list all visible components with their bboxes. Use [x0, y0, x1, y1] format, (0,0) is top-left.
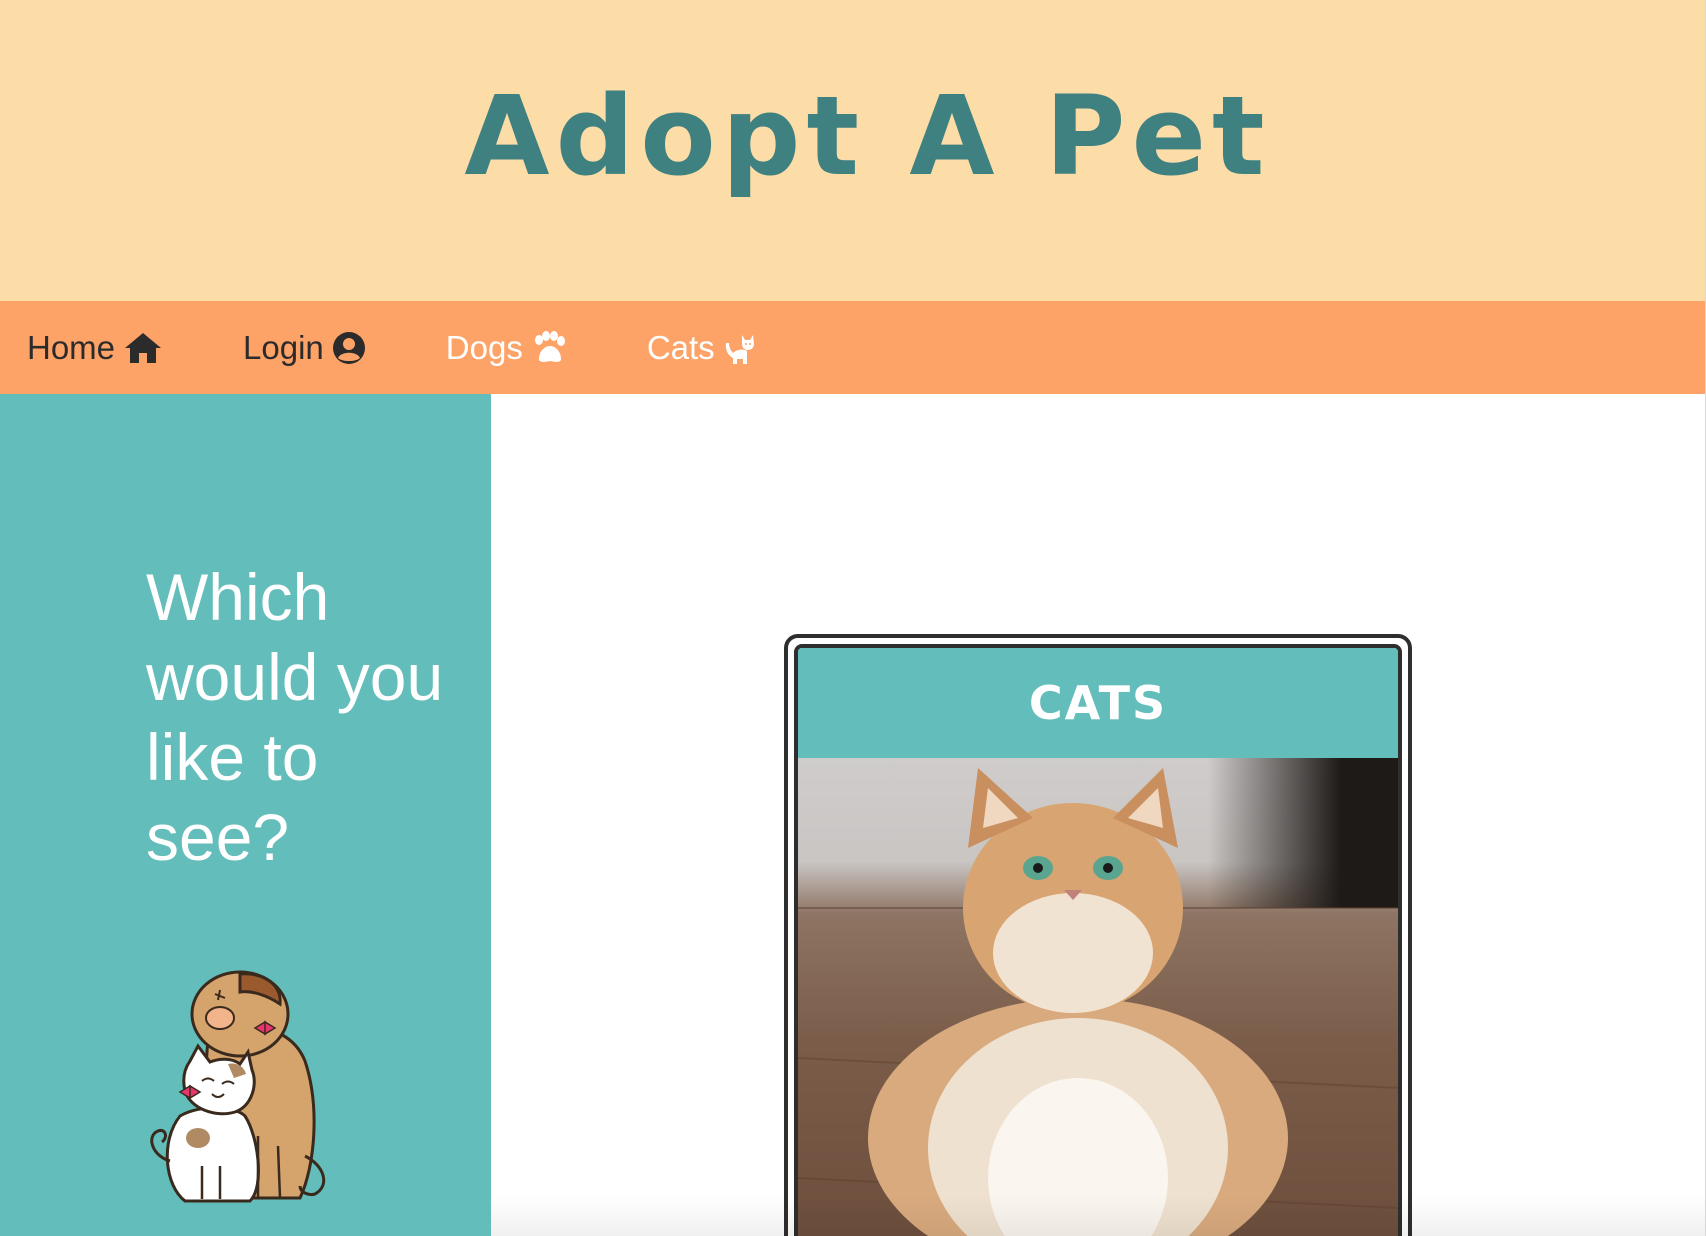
nav-cats-link[interactable]: Cats — [647, 329, 757, 367]
sidebar-question: Which would you like to see? — [146, 560, 444, 874]
cat-drawing — [798, 768, 1398, 1236]
user-circle-icon — [332, 331, 366, 365]
nav-dogs-link[interactable]: Dogs — [446, 329, 567, 367]
sidebar: Which would you like to see? — [0, 394, 491, 1236]
cats-card[interactable]: CATS — [784, 634, 1412, 1236]
home-icon — [123, 331, 163, 365]
main-nav: Home Login Dogs Cats — [0, 301, 1705, 394]
cat-icon — [723, 331, 757, 365]
nav-home-label: Home — [27, 328, 116, 366]
page: Adopt A Pet Home Login Dogs Cats Which w… — [0, 0, 1706, 1236]
card-title: CATS — [798, 648, 1398, 758]
site-header: Adopt A Pet — [0, 0, 1705, 301]
dog-and-cat-hug-illustration — [140, 966, 340, 1206]
nav-home-link[interactable]: Home — [27, 329, 163, 367]
site-title: Adopt A Pet — [464, 71, 1271, 200]
nav-cats-label: Cats — [646, 328, 715, 366]
fluffy-cat-photo[interactable] — [798, 758, 1398, 1236]
nav-dogs-label: Dogs — [445, 328, 523, 366]
cats-card-inner: CATS — [794, 644, 1402, 1236]
nav-login-link[interactable]: Login — [243, 329, 366, 367]
paw-icon — [531, 330, 567, 365]
nav-login-label: Login — [243, 328, 324, 366]
